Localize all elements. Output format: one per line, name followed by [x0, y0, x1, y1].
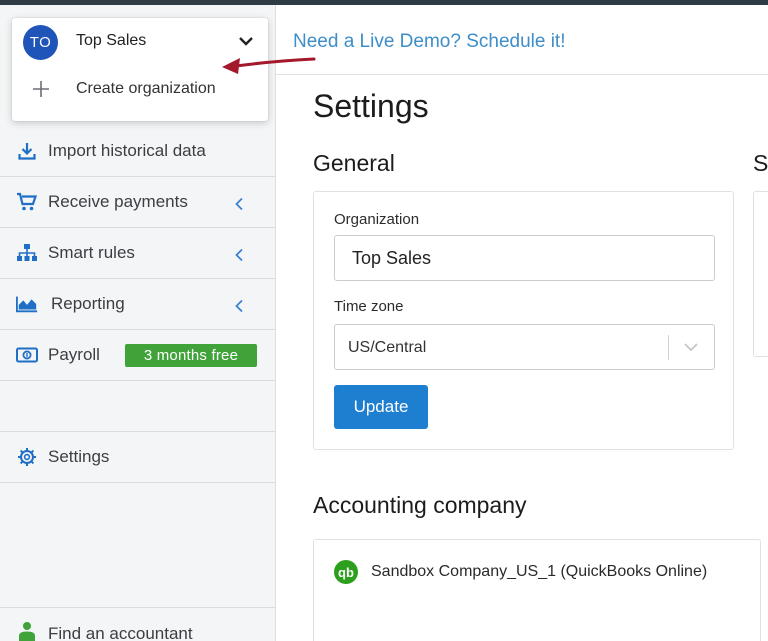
quickbooks-logo-icon: qb — [334, 560, 358, 584]
avatar[interactable]: TO — [23, 25, 58, 60]
chevron-left-icon[interactable] — [232, 299, 246, 313]
schedule-demo-link[interactable]: Need a Live Demo? Schedule it! — [293, 31, 566, 53]
organization-input[interactable]: Top Sales — [334, 235, 715, 281]
download-icon — [16, 140, 38, 162]
sidebar-item-label: Find an accountant — [48, 624, 193, 641]
organization-label: Organization — [334, 211, 420, 228]
timezone-label: Time zone — [334, 298, 404, 315]
timezone-select[interactable]: US/Central — [334, 324, 715, 370]
sidebar-item-label: Smart rules — [48, 243, 135, 262]
accounting-company-name: Sandbox Company_US_1 (QuickBooks Online) — [371, 563, 708, 580]
sidebar-item-reporting[interactable]: Reporting — [0, 279, 275, 330]
timezone-value: US/Central — [348, 339, 427, 356]
sidebar-item-smart-rules[interactable]: Smart rules — [0, 228, 275, 279]
org-name[interactable]: Top Sales — [76, 32, 146, 50]
create-organization-button[interactable]: Create organization — [76, 80, 216, 98]
accounting-card — [313, 539, 761, 641]
chevron-down-icon[interactable] — [238, 34, 254, 48]
sidebar-item-import-historical-data[interactable]: Import historical data — [0, 126, 275, 177]
page-title: Settings — [313, 88, 429, 124]
gear-icon — [16, 446, 38, 468]
area-chart-icon — [16, 293, 38, 315]
promo-badge[interactable]: 3 months free — [125, 344, 257, 367]
cart-icon — [16, 191, 38, 213]
sidebar-item-payroll[interactable]: Payroll 3 months free — [0, 330, 275, 381]
update-button[interactable]: Update — [334, 385, 428, 429]
general-section-title: General — [313, 150, 395, 176]
sidebar-item-label: Reporting — [51, 294, 125, 313]
person-icon — [16, 620, 38, 641]
sidebar-spacer — [0, 381, 275, 432]
sidebar-item-receive-payments[interactable]: Receive payments — [0, 177, 275, 228]
sidebar-item-label: Import historical data — [48, 141, 206, 160]
chevron-left-icon[interactable] — [232, 248, 246, 262]
sidebar-item-label: Settings — [48, 447, 110, 466]
chevron-down-icon[interactable] — [683, 340, 699, 354]
second-section-title: S — [753, 150, 768, 176]
top-header: Need a Live Demo? Schedule it! — [276, 5, 768, 75]
sidebar-item-label: Payroll — [48, 345, 100, 364]
second-card — [753, 191, 768, 357]
chevron-left-icon[interactable] — [232, 197, 246, 211]
sidebar-item-find-accountant[interactable]: Find an accountant — [0, 607, 275, 641]
accounting-section-title: Accounting company — [313, 492, 527, 518]
money-icon — [16, 344, 38, 366]
hierarchy-icon — [16, 242, 38, 264]
annotation-arrow-icon — [222, 57, 316, 74]
select-divider — [668, 335, 669, 360]
sidebar-item-label: Receive payments — [48, 192, 188, 211]
sidebar-item-settings[interactable]: Settings — [0, 432, 275, 483]
plus-icon[interactable] — [32, 80, 50, 98]
